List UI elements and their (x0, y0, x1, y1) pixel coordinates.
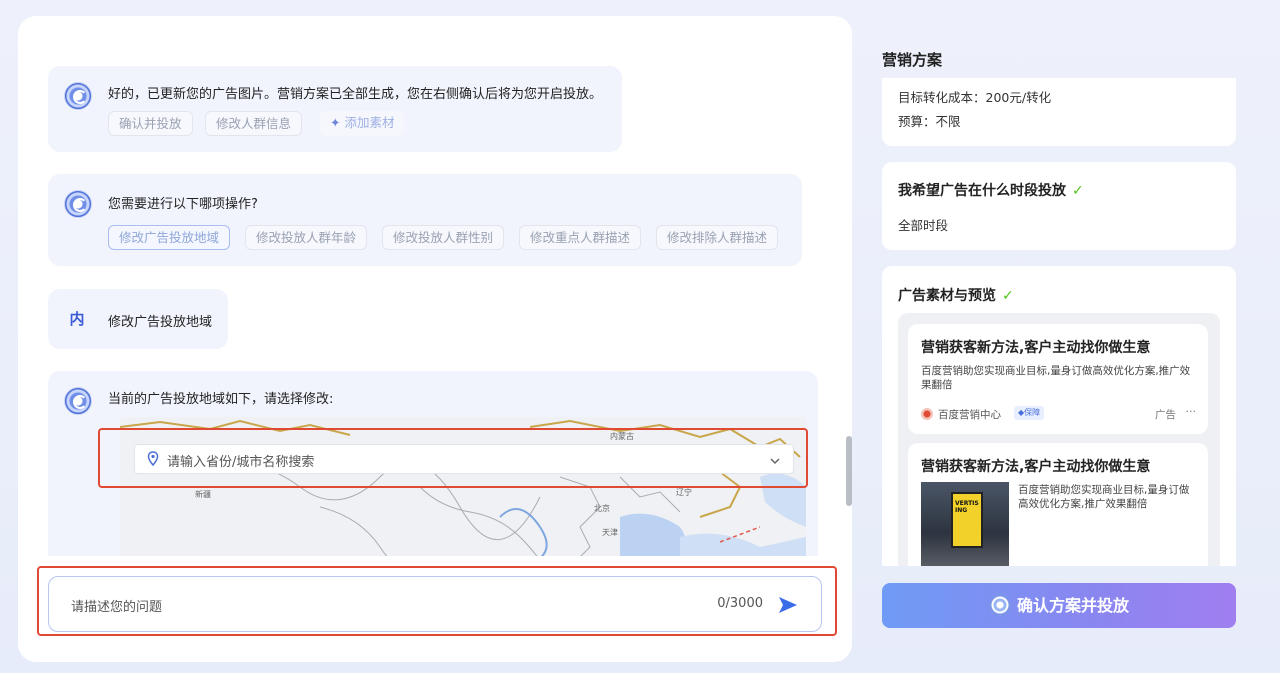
confirm-plan-label: 确认方案并投放 (1016, 596, 1129, 615)
message-text: 修改广告投放地域 (108, 315, 213, 330)
message-text: 当前的广告投放地域如下，请选择修改: (108, 392, 334, 407)
more-icon[interactable]: ··· (1186, 405, 1197, 418)
question-input-placeholder: 请描述您的问题 (71, 600, 163, 615)
schedule-title: 我希望广告在什么时段投放 ✓ (898, 180, 1084, 200)
question-input[interactable]: 请描述您的问题 0/3000 (48, 576, 822, 632)
chat-scrollbar[interactable] (846, 436, 852, 506)
confirm-launch-chip[interactable]: 确认并投放 (108, 111, 193, 136)
ad-preview-2[interactable]: 营销获客新方法,客户主动找你做生意 VERTISING 百度营销助您实现商业目标… (908, 443, 1208, 566)
user-avatar: 内 (69, 310, 85, 328)
edit-age-chip[interactable]: 修改投放人群年龄 (245, 225, 368, 250)
edit-key-audience-chip[interactable]: 修改重点人群描述 (519, 225, 642, 250)
panel-title: 营销方案 (882, 51, 943, 69)
assistant-avatar-icon (64, 190, 92, 218)
edit-audience-chip[interactable]: 修改人群信息 (205, 111, 303, 136)
ad-description: 百度营销助您实现商业目标,量身订做高效优化方案,推广效果翻倍 (921, 365, 1191, 391)
verified-badge: ◆保障 (1014, 406, 1045, 420)
check-icon: ✓ (1072, 183, 1084, 199)
map-label-beijing: 北京 (594, 503, 610, 513)
send-icon[interactable] (777, 594, 799, 616)
map-label-tianjin: 天津 (602, 527, 618, 537)
material-preview-card: 广告素材与预览 ✓ 营销获客新方法,客户主动找你做生意 百度营销助您实现商业目标,… (882, 266, 1236, 566)
check-icon: ✓ (1002, 288, 1014, 304)
preview-container[interactable]: 营销获客新方法,客户主动找你做生意 百度营销助您实现商业目标,量身订做高效优化方… (898, 313, 1220, 566)
ad-tag: 广告 (1155, 409, 1176, 421)
edit-region-chip[interactable]: 修改广告投放地域 (108, 225, 231, 250)
message-text: 您需要进行以下哪项操作? (108, 197, 258, 212)
add-material-chip[interactable]: ✦ 添加素材 (320, 111, 405, 136)
ad-preview-1[interactable]: 营销获客新方法,客户主动找你做生意 百度营销助您实现商业目标,量身订做高效优化方… (908, 324, 1208, 434)
ad-headline: 营销获客新方法,客户主动找你做生意 (921, 459, 1151, 475)
map-label-xinjiang: 新疆 (195, 489, 211, 499)
assistant-message-2: 您需要进行以下哪项操作? 修改广告投放地域 修改投放人群年龄 修改投放人群性别 … (48, 174, 802, 266)
char-counter: 0/3000 (717, 596, 763, 611)
assistant-avatar-icon (64, 387, 92, 415)
budget: 预算：不限 (898, 114, 961, 129)
schedule-title-text: 我希望广告在什么时段投放 (898, 183, 1066, 199)
add-material-label: 添加素材 (344, 115, 395, 130)
message-text: 好的，已更新您的广告图片。营销方案已全部生成，您在右侧确认后将为您开启投放。 (108, 87, 603, 102)
poster-graphic: VERTISING (951, 492, 983, 548)
schedule-value: 全部时段 (898, 218, 949, 233)
chat-panel: 好的，已更新您的广告图片。营销方案已全部生成，您在右侧确认后将为您开启投放。 确… (18, 16, 852, 662)
chat-messages[interactable]: 好的，已更新您的广告图片。营销方案已全部生成，您在右侧确认后将为您开启投放。 确… (18, 16, 852, 556)
verified-badge-label: 保障 (1024, 408, 1041, 417)
confirm-plan-button[interactable]: 确认方案并投放 (882, 583, 1236, 628)
sparkle-icon: ✦ (330, 115, 341, 130)
material-title: 广告素材与预览 ✓ (898, 285, 1014, 305)
ad-image: VERTISING (921, 482, 1009, 566)
assistant-avatar-icon (64, 82, 92, 110)
schedule-card: 我希望广告在什么时段投放 ✓ 全部时段 (882, 162, 1236, 250)
ad-brand: 百度营销中心 (938, 409, 1001, 421)
brand-logo-icon (921, 408, 933, 420)
target-cost: 目标转化成本：200元/转化 (898, 90, 1052, 105)
cost-budget-card: 目标转化成本：200元/转化 预算：不限 (882, 78, 1236, 146)
ad-description: 百度营销助您实现商业目标,量身订做高效优化方案,推广效果翻倍 (1018, 484, 1190, 510)
edit-excluded-audience-chip[interactable]: 修改排除人群描述 (656, 225, 779, 250)
map-label-liaoning: 辽宁 (676, 487, 692, 497)
map-search-highlight (98, 428, 808, 488)
assistant-message-1: 好的，已更新您的广告图片。营销方案已全部生成，您在右侧确认后将为您开启投放。 确… (48, 66, 622, 152)
brand-logo-icon (988, 594, 1011, 616)
material-title-text: 广告素材与预览 (898, 288, 996, 304)
ad-headline: 营销获客新方法,客户主动找你做生意 (921, 340, 1151, 356)
poster-text: VERTISING (955, 500, 979, 514)
edit-gender-chip[interactable]: 修改投放人群性别 (382, 225, 505, 250)
marketing-plan-panel: 营销方案 目标转化成本：200元/转化 预算：不限 我希望广告在什么时段投放 ✓ … (862, 16, 1266, 662)
user-message: 内 修改广告投放地域 (48, 289, 228, 349)
